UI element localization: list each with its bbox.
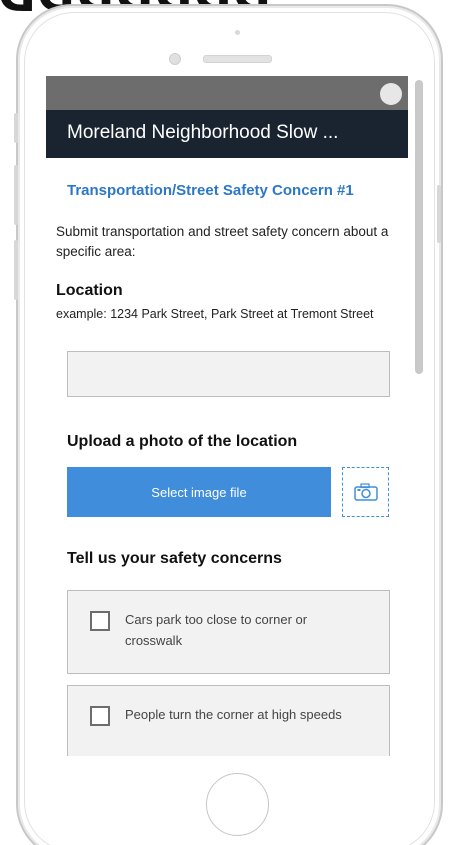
photo-label: Upload a photo of the location xyxy=(67,433,298,450)
scrollbar-thumb[interactable] xyxy=(415,80,423,374)
select-image-button[interactable]: Select image file xyxy=(67,467,331,517)
avatar[interactable] xyxy=(380,83,402,105)
earpiece-speaker xyxy=(203,55,272,63)
home-button[interactable] xyxy=(206,773,269,836)
app-title: Moreland Neighborhood Slow ... xyxy=(67,122,339,143)
location-hint: example: 1234 Park Street, Park Street a… xyxy=(56,307,374,321)
intro-text: Submit transportation and street safety … xyxy=(56,224,389,259)
concern-option[interactable]: People turn the corner at high speeds xyxy=(67,685,390,756)
status-bar xyxy=(46,76,408,110)
volume-down-button xyxy=(14,240,18,300)
checkbox[interactable] xyxy=(90,611,110,631)
location-label: Location xyxy=(56,282,123,299)
select-image-label: Select image file xyxy=(151,484,247,500)
concern-option[interactable]: Cars park too close to corner or crosswa… xyxy=(67,590,390,674)
power-button xyxy=(437,185,441,243)
device-mockup-stage: ᗡᗡᗡᗡᗡᗡᗡ Moreland Neighborhood Slow ... T… xyxy=(0,0,467,845)
concerns-label: Tell us your safety concerns xyxy=(67,550,282,567)
camera-icon xyxy=(353,483,378,501)
phone-screen: Moreland Neighborhood Slow ... Transport… xyxy=(46,76,429,756)
camera-button[interactable] xyxy=(342,467,389,517)
checkbox[interactable] xyxy=(90,706,110,726)
volume-up-button xyxy=(14,165,18,225)
front-camera-icon xyxy=(169,53,181,65)
location-input[interactable] xyxy=(67,351,390,397)
app-header: Moreland Neighborhood Slow ... xyxy=(46,110,408,158)
mute-switch xyxy=(14,113,18,143)
proximity-sensor xyxy=(235,30,240,35)
concern-option-label: People turn the corner at high speeds xyxy=(125,707,342,722)
section-title: Transportation/Street Safety Concern #1 xyxy=(67,182,354,199)
concern-option-label: Cars park too close to corner or crosswa… xyxy=(125,612,308,648)
